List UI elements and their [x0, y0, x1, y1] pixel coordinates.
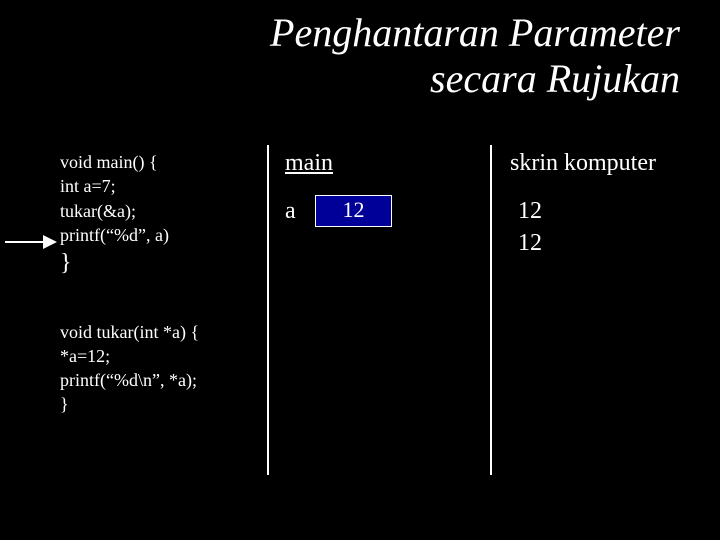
code-fn2: void tukar(int *a) { *a=12; printf(“%d\n…	[60, 320, 260, 417]
code-fn1-l3: tukar(&a);	[60, 199, 260, 223]
output-column: skrin komputer 12 12	[510, 150, 700, 260]
variable-row: a 12	[285, 195, 475, 227]
code-fn2-l3: printf(“%d\n”, *a);	[60, 368, 260, 392]
variable-label: a	[285, 198, 305, 225]
output-line-1: 12	[518, 195, 700, 227]
code-fn1-l5: }	[60, 247, 260, 279]
variable-value-box: 12	[315, 195, 392, 227]
slide: Penghantaran Parameter secara Rujukan vo…	[0, 0, 720, 540]
code-fn2-l1: void tukar(int *a) {	[60, 320, 260, 344]
code-fn1-l2: int a=7;	[60, 174, 260, 198]
memory-header: main	[285, 150, 475, 177]
title-line-1: Penghantaran Parameter	[270, 10, 680, 55]
code-fn1-l1: void main() {	[60, 150, 260, 174]
memory-column: main a 12	[285, 150, 475, 227]
column-divider-2	[490, 145, 492, 475]
column-divider-1	[267, 145, 269, 475]
code-fn2-l2: *a=12;	[60, 344, 260, 368]
slide-title: Penghantaran Parameter secara Rujukan	[180, 10, 680, 102]
current-line-arrow-icon	[5, 232, 60, 252]
title-line-2: secara Rujukan	[430, 56, 680, 101]
code-column: void main() { int a=7; tukar(&a); printf…	[60, 150, 260, 417]
output-header: skrin komputer	[510, 150, 700, 177]
code-fn2-l4: }	[60, 392, 260, 416]
code-fn1-l4: printf(“%d”, a)	[60, 223, 260, 247]
output-lines: 12 12	[510, 195, 700, 260]
output-line-2: 12	[518, 227, 700, 259]
